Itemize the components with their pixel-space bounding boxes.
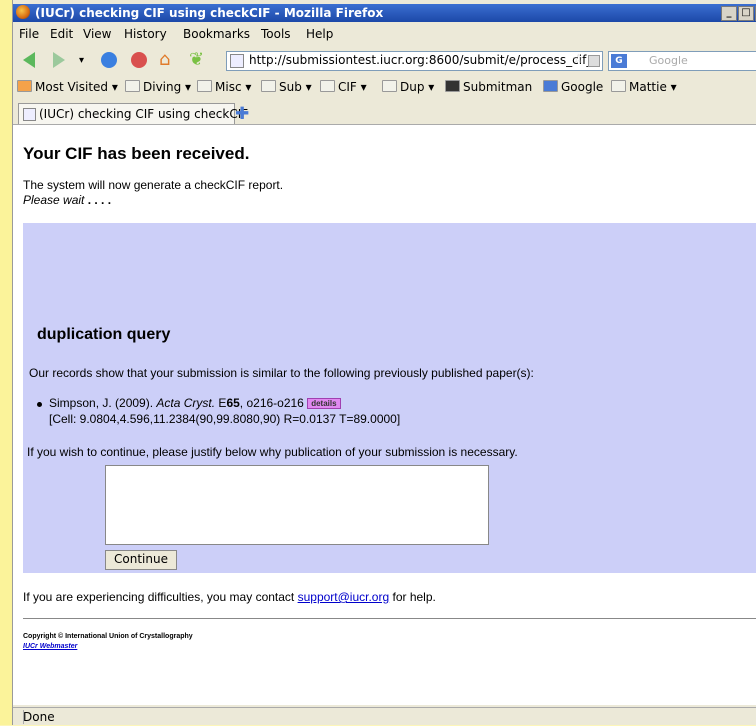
copyright-text: Copyright © International Union of Cryst… <box>23 633 193 640</box>
back-arrow-icon <box>23 52 35 68</box>
bookmark-sub[interactable]: Sub ▾ <box>261 80 312 94</box>
menu-tools[interactable]: Tools <box>261 27 291 41</box>
cell-parameters: [Cell: 9.0804,4.596,11.2384(90,99.8080,9… <box>49 412 401 426</box>
justify-text: If you wish to continue, please justify … <box>27 445 518 459</box>
url-bar[interactable]: http://submissiontest.iucr.org:8600/subm… <box>226 51 603 71</box>
menu-bookmarks[interactable]: Bookmarks <box>183 27 250 41</box>
records-text: Our records show that your submission is… <box>29 366 534 380</box>
folder-icon <box>261 80 276 92</box>
reload-icon <box>101 52 117 68</box>
menu-history[interactable]: History <box>124 27 167 41</box>
back-button[interactable] <box>19 50 39 70</box>
bookmark-star-icon[interactable]: ☆ <box>572 52 584 67</box>
menu-bar: File Edit View History Bookmarks Tools H… <box>13 24 756 44</box>
reload-button[interactable] <box>99 50 119 70</box>
google-icon[interactable]: G <box>611 54 627 68</box>
menu-view[interactable]: View <box>83 27 111 41</box>
site-favicon <box>230 54 244 68</box>
navigation-toolbar: ▾ ⌂ ❦ http://submissiontest.iucr.org:860… <box>13 46 756 74</box>
bookmark-google[interactable]: Google <box>543 80 603 94</box>
status-bar: Done <box>13 707 756 726</box>
menu-edit[interactable]: Edit <box>50 27 73 41</box>
bookmark-dup[interactable]: Dup ▾ <box>382 80 434 94</box>
support-email-link[interactable]: support@iucr.org <box>298 590 390 604</box>
menu-file[interactable]: File <box>19 27 39 41</box>
google-icon <box>543 80 558 92</box>
addon-button[interactable]: ❦ <box>189 50 209 70</box>
history-dropdown-icon[interactable]: ▾ <box>79 55 99 75</box>
tab-favicon <box>23 108 36 121</box>
home-icon: ⌂ <box>159 49 171 70</box>
citation-item: Simpson, J. (2009). Acta Cryst. E65, o21… <box>37 396 341 410</box>
folder-icon <box>197 80 212 92</box>
url-text[interactable]: http://submissiontest.iucr.org:8600/subm… <box>249 53 599 67</box>
folder-icon <box>382 80 397 92</box>
folder-icon <box>611 80 626 92</box>
forward-arrow-icon <box>53 52 65 68</box>
most-visited-icon <box>17 80 32 92</box>
folder-icon <box>320 80 335 92</box>
firefox-icon <box>16 5 30 19</box>
url-dropdown-icon[interactable] <box>588 55 600 67</box>
new-tab-icon[interactable]: ✚ <box>235 104 249 124</box>
home-button[interactable]: ⌂ <box>159 50 179 70</box>
menu-help[interactable]: Help <box>306 27 333 41</box>
tab-checkcif[interactable]: (IUCr) checking CIF using checkCIF <box>18 103 248 124</box>
bookmark-misc[interactable]: Misc ▾ <box>197 80 251 94</box>
generating-text: The system will now generate a checkCIF … <box>23 178 284 192</box>
divider <box>23 618 756 619</box>
tab-strip: (IUCr) checking CIF using checkCIF ✚ <box>13 100 756 125</box>
resize-grip[interactable] <box>23 710 34 724</box>
page-title: Your CIF has been received. <box>23 144 250 163</box>
bookmark-cif[interactable]: CIF ▾ <box>320 80 367 94</box>
folder-icon <box>125 80 140 92</box>
continue-button[interactable]: Continue <box>105 550 177 570</box>
leaf-icon: ❦ <box>189 49 205 70</box>
forward-button[interactable] <box>49 50 69 70</box>
justification-textarea[interactable] <box>105 465 489 545</box>
duplication-heading: duplication query <box>37 326 171 343</box>
submitman-icon <box>445 80 460 92</box>
desktop-background <box>0 0 12 725</box>
webmaster-link[interactable]: IUCr Webmaster <box>23 643 77 650</box>
page-content: Your CIF has been received. The system w… <box>13 125 756 705</box>
duplication-panel: duplication query Our records show that … <box>23 223 756 573</box>
details-button[interactable]: details <box>307 398 341 409</box>
tab-label: (IUCr) checking CIF using checkCIF <box>39 107 249 121</box>
stop-icon <box>131 52 147 68</box>
browser-window: (IUCr) checking CIF using checkCIF - Moz… <box>12 0 756 725</box>
bookmark-mattie[interactable]: Mattie ▾ <box>611 80 677 94</box>
maximize-button[interactable]: □ <box>738 6 754 21</box>
window-title: (IUCr) checking CIF using checkCIF - Moz… <box>35 6 384 20</box>
stop-button[interactable] <box>129 50 149 70</box>
bookmark-diving[interactable]: Diving ▾ <box>125 80 191 94</box>
help-text: If you are experiencing difficulties, yo… <box>23 590 436 604</box>
bullet-dot <box>37 402 42 407</box>
wait-text: Please wait . . . . <box>23 193 112 207</box>
minimize-button[interactable]: _ <box>721 6 737 21</box>
title-bar[interactable]: (IUCr) checking CIF using checkCIF - Moz… <box>13 4 756 22</box>
bookmark-most-visited[interactable]: Most Visited ▾ <box>17 80 118 94</box>
bookmark-submitman[interactable]: Submitman <box>445 80 532 94</box>
search-box[interactable]: G Google <box>608 51 756 71</box>
bookmarks-toolbar: Most Visited ▾ Diving ▾ Misc ▾ Sub ▾ CIF… <box>13 76 756 98</box>
search-placeholder: Google <box>649 54 688 67</box>
